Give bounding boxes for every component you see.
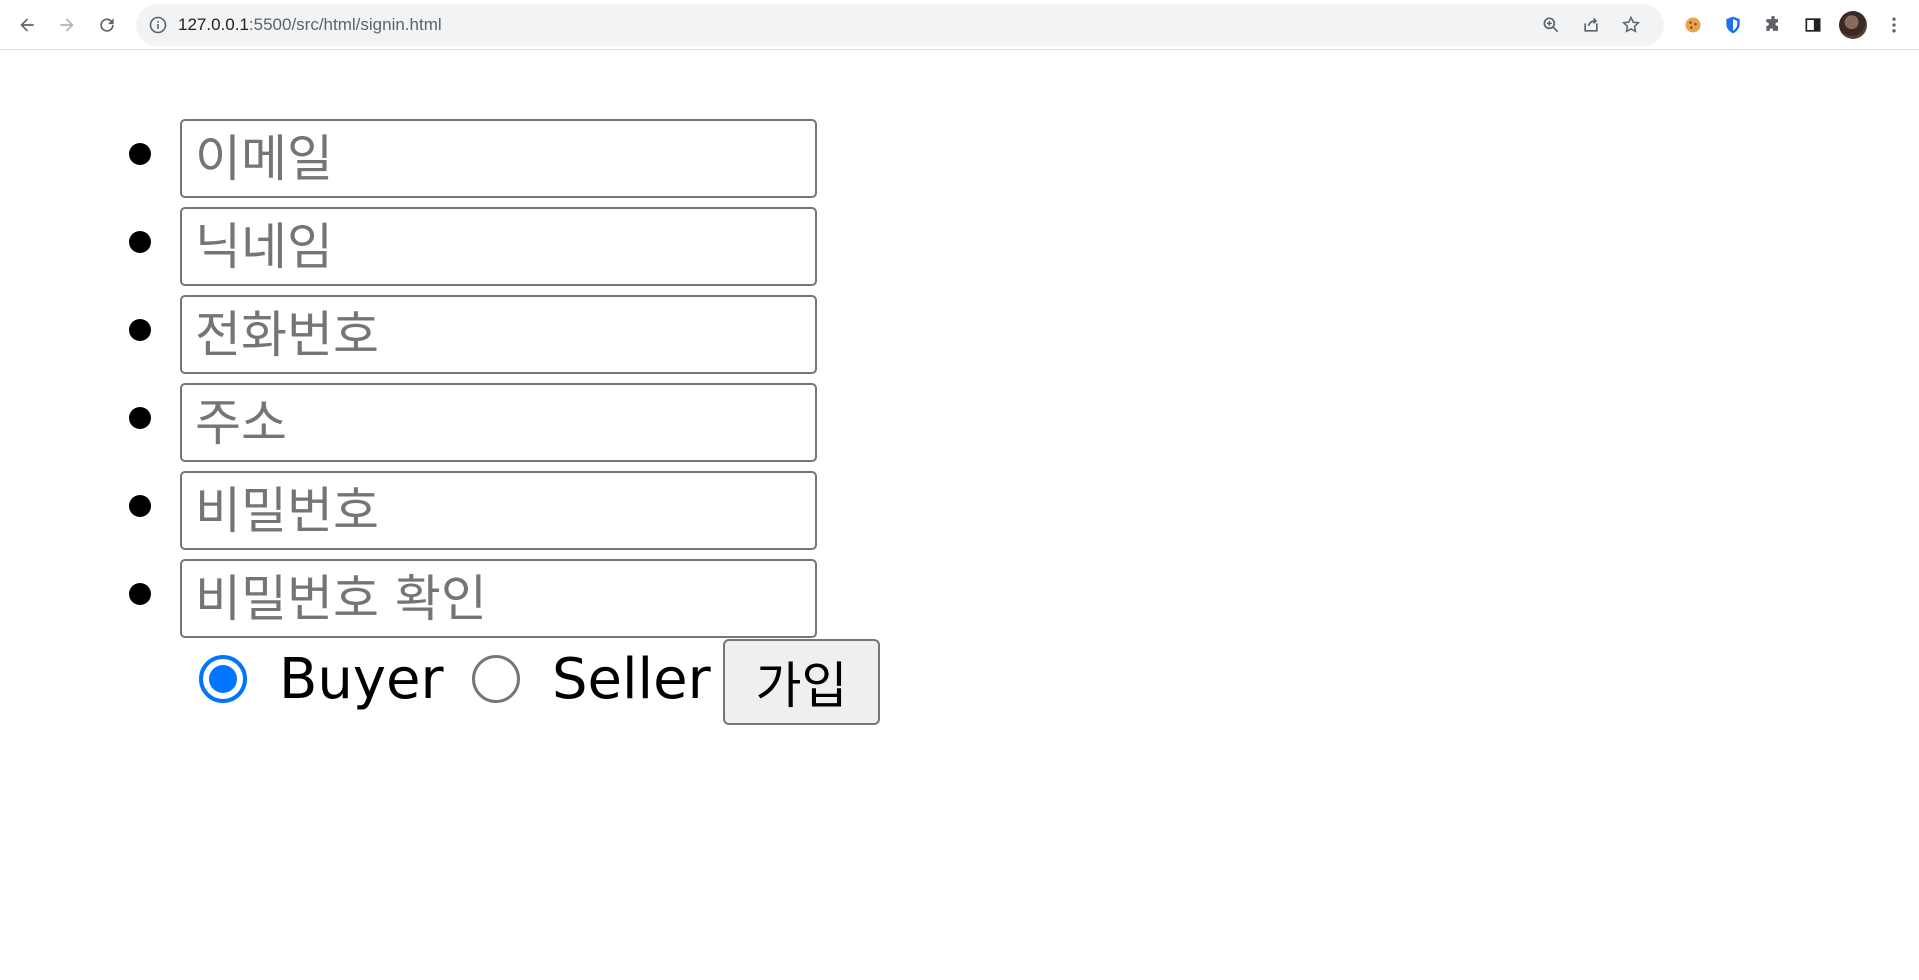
- url-text: 127.0.0.1:5500/src/html/signin.html: [178, 4, 442, 46]
- bullet-icon: [129, 583, 151, 605]
- side-panel-icon[interactable]: [1797, 9, 1829, 41]
- join-button[interactable]: 가입: [723, 639, 880, 725]
- buyer-label[interactable]: Buyer: [279, 646, 444, 713]
- phone-input[interactable]: [180, 295, 817, 374]
- address-bar[interactable]: 127.0.0.1:5500/src/html/signin.html: [136, 4, 1664, 46]
- browser-toolbar: 127.0.0.1:5500/src/html/signin.html: [0, 0, 1919, 50]
- list-item-password: [129, 471, 817, 550]
- back-icon[interactable]: [11, 9, 43, 41]
- password-input[interactable]: [180, 471, 817, 550]
- seller-radio[interactable]: [472, 655, 520, 703]
- buyer-radio[interactable]: [199, 655, 247, 703]
- password-confirm-input[interactable]: [180, 559, 817, 638]
- list-item-password-confirm: [129, 559, 817, 638]
- more-menu-icon[interactable]: [1878, 9, 1910, 41]
- url-host: 127.0.0.1: [178, 15, 249, 34]
- site-info-icon[interactable]: [148, 15, 168, 35]
- list-item-email: [129, 119, 817, 198]
- email-input[interactable]: [180, 119, 817, 198]
- list-item-phone: [129, 295, 817, 374]
- bullet-icon: [129, 495, 151, 517]
- role-selector: Buyer Seller 가입: [197, 638, 897, 726]
- forward-icon[interactable]: [51, 9, 83, 41]
- shield-extension-icon[interactable]: [1717, 9, 1749, 41]
- profile-avatar[interactable]: [1839, 11, 1867, 39]
- list-item-address: [129, 383, 817, 462]
- seller-label[interactable]: Seller: [552, 646, 711, 713]
- url-path: :5500/src/html/signin.html: [248, 15, 442, 34]
- list-item-nickname: [129, 207, 817, 286]
- address-input[interactable]: [180, 383, 817, 462]
- bullet-icon: [129, 143, 151, 165]
- extensions-puzzle-icon[interactable]: [1757, 9, 1789, 41]
- bullet-icon: [129, 319, 151, 341]
- bookmark-star-icon[interactable]: [1616, 10, 1646, 40]
- cookie-extension-icon[interactable]: [1677, 9, 1709, 41]
- bullet-icon: [129, 407, 151, 429]
- zoom-icon[interactable]: [1536, 10, 1566, 40]
- share-icon[interactable]: [1576, 10, 1606, 40]
- bullet-icon: [129, 231, 151, 253]
- reload-icon[interactable]: [91, 9, 123, 41]
- nickname-input[interactable]: [180, 207, 817, 286]
